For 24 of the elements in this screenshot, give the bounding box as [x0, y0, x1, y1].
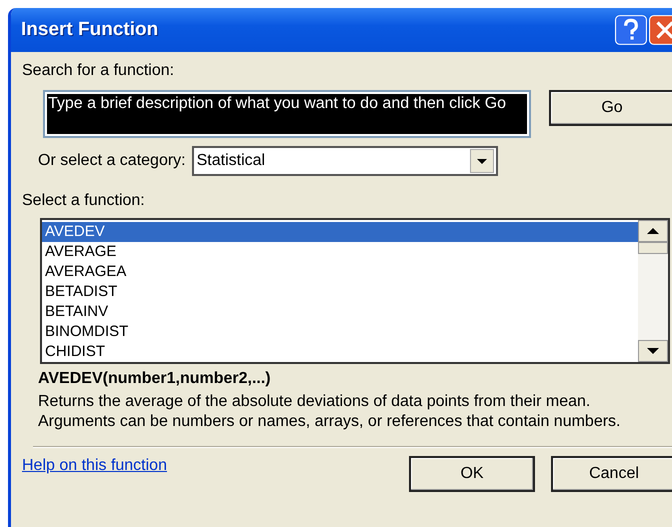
go-button[interactable]: Go [549, 90, 672, 126]
function-signature: AVEDEV(number1,number2,...) [38, 370, 272, 388]
function-list-item[interactable]: AVERAGEA [42, 262, 638, 282]
scrollbar-thumb[interactable] [638, 242, 668, 254]
help-link[interactable]: Help on this function [22, 457, 167, 475]
category-label: Or select a category: [38, 152, 186, 170]
function-list-item[interactable]: BINOMDIST [42, 322, 638, 342]
function-list-item[interactable]: CHIDIST [42, 342, 638, 362]
function-list-item[interactable]: AVERAGE [42, 242, 638, 262]
ok-button[interactable]: OK [409, 456, 535, 492]
function-description: Returns the average of the absolute deviations of data points from their mean. Arguments can be numbers or names, arrays, or references that contain numbers. [38, 392, 622, 432]
category-dropdown[interactable]: Statistical [192, 146, 498, 176]
function-list-item[interactable]: BETAINV [42, 302, 638, 322]
search-label: Search for a function: [22, 62, 176, 80]
close-icon[interactable] [649, 15, 672, 45]
cancel-button[interactable]: Cancel [551, 456, 672, 492]
window-title: Insert Function [21, 19, 158, 41]
scroll-down-icon[interactable] [638, 340, 668, 362]
function-list-item[interactable]: AVEDEV [42, 222, 638, 242]
scroll-up-icon[interactable] [638, 220, 668, 242]
search-field[interactable]: Type a brief description of what you want to do and then click Go [43, 90, 531, 138]
help-icon[interactable] [615, 15, 647, 45]
function-list-item[interactable]: BETADIST [42, 282, 638, 302]
function-list-label: Select a function: [22, 192, 146, 210]
